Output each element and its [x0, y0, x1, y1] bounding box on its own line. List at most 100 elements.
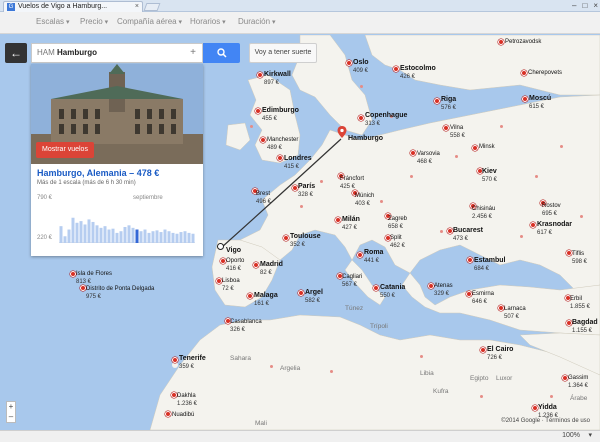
- city-casablanca[interactable]: Casablanca 326 €: [230, 318, 262, 334]
- chart-bar[interactable]: [135, 229, 139, 243]
- city-larnaca[interactable]: Larnaca 507 €: [504, 305, 526, 321]
- city-dot-malaga[interactable]: [247, 293, 253, 299]
- chart-bar[interactable]: [107, 229, 111, 243]
- chart-bar[interactable]: [67, 229, 71, 243]
- city-estocolmo[interactable]: Estocolmo 426 €: [400, 65, 436, 81]
- city-dakhla[interactable]: Dakhla 1.236 €: [177, 392, 197, 408]
- city-catania[interactable]: Catania 550 €: [380, 284, 405, 300]
- city-dot-krasnodar[interactable]: [530, 222, 536, 228]
- destination-title[interactable]: Hamburgo, Alemania – 478 €: [37, 168, 159, 178]
- origin-marker[interactable]: [217, 243, 224, 250]
- chart-bar[interactable]: [187, 232, 191, 243]
- map-dot[interactable]: [535, 175, 538, 178]
- city-dot-cherepovets[interactable]: [521, 70, 527, 76]
- city-madrid[interactable]: Madrid 82 €: [260, 261, 283, 277]
- city-krasnodar[interactable]: Krasnodar 617 €: [537, 221, 572, 237]
- city-kiev[interactable]: Kiev 570 €: [482, 168, 497, 184]
- filter-price[interactable]: Precio: [80, 17, 108, 26]
- city-bucarest[interactable]: Bucarest 473 €: [453, 227, 483, 243]
- city-roma[interactable]: Roma 441 €: [364, 249, 383, 265]
- price-chart[interactable]: 790 € 220 € septiembre: [37, 195, 197, 250]
- city-petrozavodsk[interactable]: Petrozavodsk: [505, 38, 541, 46]
- new-tab-button[interactable]: [143, 3, 161, 11]
- chart-bar[interactable]: [147, 232, 151, 243]
- city-tenerife[interactable]: Tenerife 359 €: [179, 355, 206, 371]
- map-dot[interactable]: [480, 395, 483, 398]
- add-destination-icon[interactable]: +: [190, 44, 196, 62]
- city-argel[interactable]: Argel 582 €: [305, 289, 323, 305]
- city-toulouse[interactable]: Toulouse 352 €: [290, 233, 321, 249]
- city-dot-kirkwall[interactable]: [257, 72, 263, 78]
- search-button[interactable]: [203, 43, 240, 63]
- city-cherepovets[interactable]: Cherepovets: [528, 69, 562, 77]
- city-ponta-delgada[interactable]: Distrito de Ponta Delgada 975 €: [86, 285, 154, 301]
- chart-bar[interactable]: [163, 229, 167, 243]
- city-vilna[interactable]: Vilna 558 €: [450, 124, 465, 140]
- map-dot[interactable]: [440, 230, 443, 233]
- city-dot-madrid[interactable]: [253, 262, 259, 268]
- city-dot-nuadibu[interactable]: [165, 411, 171, 417]
- chart-bar[interactable]: [151, 231, 155, 243]
- city-dot-estocolmo[interactable]: [393, 66, 399, 72]
- chart-bar[interactable]: [79, 221, 83, 243]
- chart-bar[interactable]: [91, 221, 95, 243]
- city-dot-copenhague[interactable]: [358, 115, 364, 121]
- city-edimburgo[interactable]: Edimburgo 455 €: [262, 107, 299, 123]
- maximize-icon[interactable]: □: [582, 1, 587, 10]
- map-dot[interactable]: [330, 370, 333, 373]
- chart-bar[interactable]: [71, 217, 75, 243]
- browser-tab[interactable]: G Vuelos de Vigo a Hamburg... ×: [3, 1, 143, 12]
- city-dot-edimburgo[interactable]: [255, 108, 261, 114]
- city-moscu[interactable]: Moscú 615 €: [529, 95, 551, 111]
- city-dot-riga[interactable]: [434, 98, 440, 104]
- destination-search-input[interactable]: HAM Hamburgo +: [31, 43, 203, 63]
- city-lisboa[interactable]: Lisboa 72 €: [222, 277, 240, 293]
- map-dot[interactable]: [500, 125, 503, 128]
- city-francfort[interactable]: Fráncfort 425 €: [340, 175, 364, 191]
- chart-bar[interactable]: [103, 226, 107, 243]
- city-dot-londres[interactable]: [277, 155, 283, 161]
- chart-bar[interactable]: [123, 227, 127, 243]
- city-munich[interactable]: Múnich 403 €: [355, 192, 374, 208]
- city-paris[interactable]: París 328 €: [298, 183, 315, 199]
- city-dot-moscu[interactable]: [522, 96, 528, 102]
- city-dot-estambul[interactable]: [467, 257, 473, 263]
- city-milan[interactable]: Milán 427 €: [342, 216, 360, 232]
- city-riga[interactable]: Riga 576 €: [441, 96, 456, 112]
- map-dot[interactable]: [550, 395, 553, 398]
- city-minsk[interactable]: Minsk: [479, 143, 495, 151]
- city-esmirna[interactable]: Esmirna 646 €: [472, 290, 494, 306]
- filter-times[interactable]: Horarios: [190, 17, 226, 26]
- city-hamburgo[interactable]: Hamburgo: [348, 135, 383, 143]
- map-dot[interactable]: [360, 85, 363, 88]
- city-dot-milan[interactable]: [335, 217, 341, 223]
- zoom-dropdown-icon[interactable]: ▾: [588, 431, 592, 439]
- city-varsovia[interactable]: Varsovia 468 €: [417, 150, 440, 166]
- city-dot-vilna[interactable]: [443, 125, 449, 131]
- chart-bar[interactable]: [87, 219, 91, 243]
- city-dot-el-cairo[interactable]: [480, 347, 486, 353]
- zoom-level[interactable]: 100%: [562, 432, 580, 439]
- city-dot-manchester[interactable]: [260, 137, 266, 143]
- chart-bar[interactable]: [99, 227, 103, 243]
- chart-bar[interactable]: [63, 236, 67, 243]
- chart-bar[interactable]: [75, 222, 79, 243]
- map-dot[interactable]: [380, 200, 383, 203]
- zoom-out-button[interactable]: –: [7, 412, 15, 422]
- map-dot[interactable]: [270, 365, 273, 368]
- city-copenhague[interactable]: Copenhague 313 €: [365, 112, 407, 128]
- minimize-icon[interactable]: –: [572, 1, 576, 10]
- city-gassim[interactable]: Gassim 1.364 €: [568, 374, 588, 390]
- city-dot-petrozavodsk[interactable]: [498, 39, 504, 45]
- feeling-lucky-button[interactable]: Voy a tener suerte: [249, 43, 317, 63]
- map-dot[interactable]: [580, 215, 583, 218]
- city-chisinau[interactable]: Chisináu 2.456 €: [472, 205, 495, 221]
- show-flights-button[interactable]: Mostrar vuelos: [36, 142, 94, 158]
- map-dot[interactable]: [250, 125, 253, 128]
- city-dot-varsovia[interactable]: [410, 150, 416, 156]
- destination-pin-icon[interactable]: [336, 126, 348, 138]
- city-dot-oslo[interactable]: [346, 60, 352, 66]
- city-brest[interactable]: Brest 496 €: [256, 190, 271, 206]
- chart-bar[interactable]: [131, 227, 135, 243]
- city-malaga[interactable]: Malaga 161 €: [254, 292, 278, 308]
